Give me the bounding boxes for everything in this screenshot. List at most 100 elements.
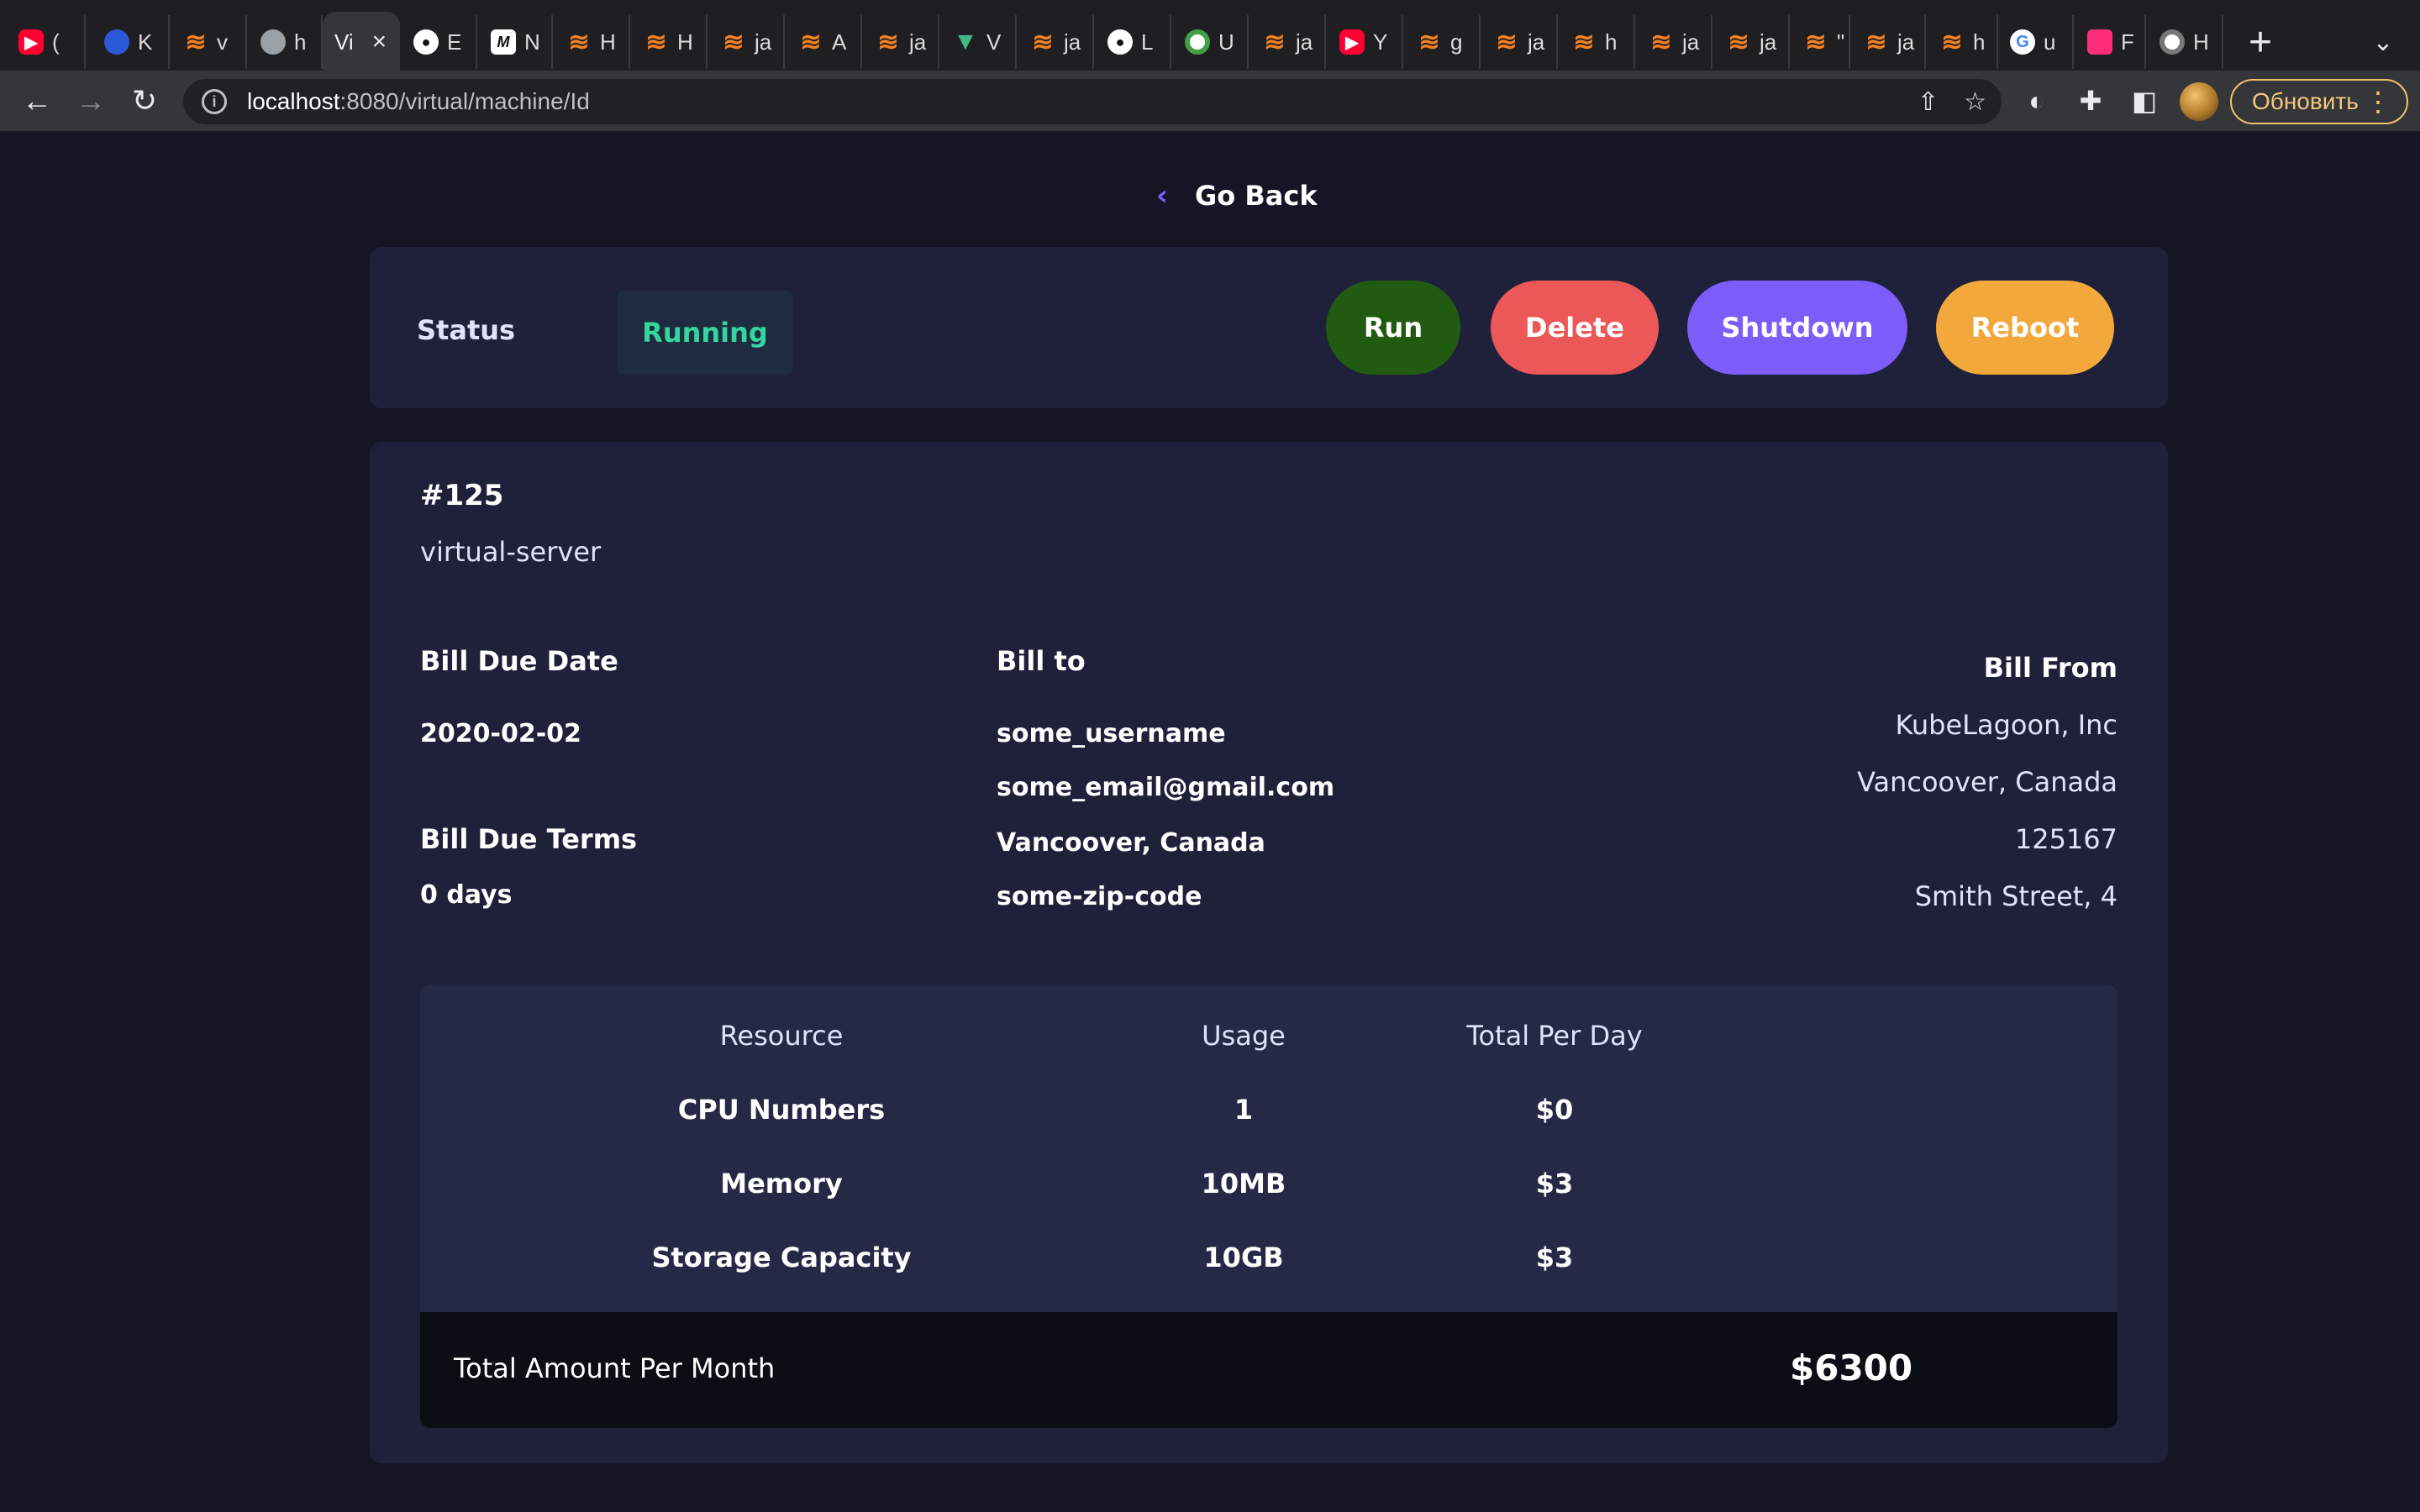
reboot-button[interactable]: Reboot xyxy=(1936,281,2114,375)
tab-search-chevron-down-icon[interactable]: ⌄ xyxy=(2360,20,2407,64)
browser-tab[interactable]: ≋ h xyxy=(1928,15,1998,69)
reload-icon[interactable]: ↻ xyxy=(121,77,168,124)
bill-from-label: Bill From xyxy=(1983,652,2118,684)
browser-tab[interactable]: U xyxy=(1173,15,1249,69)
vue-icon: ▼ xyxy=(953,28,978,55)
browser-tab-active[interactable]: Vi × xyxy=(323,12,400,72)
bookmark-star-icon[interactable]: ☆ xyxy=(1964,87,1986,117)
resource-table: Resource Usage Total Per Day CPU Numbers… xyxy=(420,984,2118,1428)
browser-tab[interactable]: ≋ h xyxy=(1560,15,1635,69)
new-tab-plus-icon[interactable]: + xyxy=(2235,17,2286,67)
table-cell-total: $0 xyxy=(1535,1094,1574,1126)
url-host: localhost xyxy=(247,88,340,114)
stackoverflow-icon: ≋ xyxy=(1865,28,1887,56)
side-panel-icon[interactable]: ◧ xyxy=(2124,81,2165,121)
browser-tab[interactable]: ≋ ja xyxy=(864,15,939,69)
browser-tab[interactable]: h xyxy=(249,15,323,69)
stackoverflow-icon: ≋ xyxy=(1805,28,1827,56)
delete-button[interactable]: Delete xyxy=(1491,281,1659,375)
browser-tab[interactable]: ● L xyxy=(1096,15,1171,69)
bill-due-terms-label: Bill Due Terms xyxy=(420,823,638,855)
browser-tab[interactable]: ≋ H xyxy=(632,15,708,69)
share-icon[interactable]: ⇧ xyxy=(1918,87,1939,117)
stackoverflow-icon: ≋ xyxy=(1496,28,1518,56)
bill-due-terms: 0 days xyxy=(420,880,513,910)
bill-due-date: 2020-02-02 xyxy=(420,719,581,748)
browser-tab[interactable]: ▶( xyxy=(7,15,86,69)
stackoverflow-icon: ≋ xyxy=(877,28,899,56)
browser-toolbar: ← → ↻ i localhost:8080/virtual/machine/I… xyxy=(0,71,2420,131)
site-info-icon[interactable]: i xyxy=(202,89,227,114)
stackoverflow-icon: ≋ xyxy=(1728,28,1749,56)
total-amount-value: $6300 xyxy=(1790,1347,1913,1389)
bill-to-zip: some-zip-code xyxy=(997,882,1202,911)
m-logo-icon: M xyxy=(491,29,516,55)
bill-from-company: KubeLagoon, Inc xyxy=(1895,709,2118,741)
table-cell-usage: 1 xyxy=(1234,1094,1254,1126)
bill-to-label: Bill to xyxy=(997,645,1086,677)
stackoverflow-icon: ≋ xyxy=(1573,28,1595,56)
youtube-icon: ▶ xyxy=(1339,29,1365,55)
status-badge: Running xyxy=(617,291,793,375)
shutdown-button[interactable]: Shutdown xyxy=(1687,281,1907,375)
bill-to-username: some_username xyxy=(997,719,1226,748)
browser-tab[interactable]: MN xyxy=(479,15,553,69)
stackoverflow-icon: ≋ xyxy=(568,28,590,56)
profile-avatar[interactable] xyxy=(2180,82,2218,121)
stackoverflow-icon: ≋ xyxy=(1418,28,1440,56)
bill-from-street: Smith Street, 4 xyxy=(1914,880,2118,912)
extensions-puzzle-icon[interactable]: ✚ xyxy=(2070,81,2111,121)
browser-tab[interactable]: ≋ ja xyxy=(709,15,785,69)
table-total-footer: Total Amount Per Month $6300 xyxy=(420,1312,2118,1428)
browser-tab[interactable]: ≋ A xyxy=(786,15,862,69)
total-amount-label: Total Amount Per Month xyxy=(454,1352,776,1384)
stackoverflow-icon: ≋ xyxy=(1264,28,1286,56)
bill-to-email: some_email@gmail.com xyxy=(997,773,1335,802)
table-cell-resource: Memory xyxy=(720,1168,843,1200)
browser-tab[interactable]: ≋ ja xyxy=(1852,15,1926,69)
github-icon: ● xyxy=(1107,29,1133,55)
browser-tab[interactable]: ≋ g xyxy=(1405,15,1481,69)
stackoverflow-icon: ≋ xyxy=(1032,28,1054,56)
pink-app-icon xyxy=(2087,29,2112,55)
browser-tab[interactable]: ▼ V xyxy=(941,15,1017,69)
browser-tab[interactable]: K xyxy=(92,15,170,69)
github-icon: ● xyxy=(413,29,439,55)
browser-tab[interactable]: ≋ ja xyxy=(1482,15,1558,69)
browser-tab[interactable]: ≋ ja xyxy=(1714,15,1790,69)
vm-id: #125 xyxy=(420,479,504,512)
stackoverflow-icon: ≋ xyxy=(645,28,667,56)
clock-icon xyxy=(1185,29,1210,55)
browser-tab[interactable]: F xyxy=(2075,15,2146,69)
address-bar[interactable]: i localhost:8080/virtual/machine/Id ⇧ ☆ xyxy=(183,79,2002,124)
browser-tab[interactable]: ≋ v xyxy=(171,15,247,69)
browser-tab[interactable]: ≋ " xyxy=(1791,15,1850,69)
bill-from-location: Vancoover, Canada xyxy=(1857,766,2118,798)
close-tab-icon[interactable]: × xyxy=(372,28,387,56)
table-cell-usage: 10MB xyxy=(1201,1168,1286,1200)
back-arrow-icon[interactable]: ← xyxy=(13,77,60,124)
url-text: localhost:8080/virtual/machine/Id xyxy=(247,88,590,115)
status-label: Status xyxy=(417,314,516,346)
update-browser-button[interactable]: Обновить ⋮ xyxy=(2230,79,2408,124)
browser-tab[interactable]: ▶ Y xyxy=(1328,15,1403,69)
browser-tab[interactable]: ≋ ja xyxy=(1018,15,1094,69)
stackoverflow-icon: ≋ xyxy=(1941,28,1963,56)
vm-name: virtual-server xyxy=(420,536,602,568)
browser-tab[interactable]: Gu xyxy=(1998,15,2074,69)
table-cell-total: $3 xyxy=(1535,1242,1574,1273)
stackoverflow-icon: ≋ xyxy=(1650,28,1672,56)
browser-tab[interactable]: ≋ ja xyxy=(1250,15,1326,69)
forward-arrow-icon[interactable]: → xyxy=(67,77,114,124)
table-cell-resource: Storage Capacity xyxy=(651,1242,912,1273)
run-button[interactable]: Run xyxy=(1326,281,1460,375)
browser-tab[interactable]: ≋ H xyxy=(555,15,630,69)
browser-tab[interactable]: ≋ ja xyxy=(1637,15,1712,69)
browser-tab[interactable]: ● E xyxy=(402,15,477,69)
extension-spy-icon[interactable]: ◐ xyxy=(2017,81,2057,121)
browser-tab[interactable]: H xyxy=(2148,15,2223,69)
table-cell-usage: 10GB xyxy=(1203,1242,1284,1273)
more-menu-icon[interactable]: ⋮ xyxy=(2365,86,2391,118)
go-back-link[interactable]: ‹ Go Back xyxy=(1156,175,1318,217)
table-header-usage: Usage xyxy=(1202,1020,1286,1052)
